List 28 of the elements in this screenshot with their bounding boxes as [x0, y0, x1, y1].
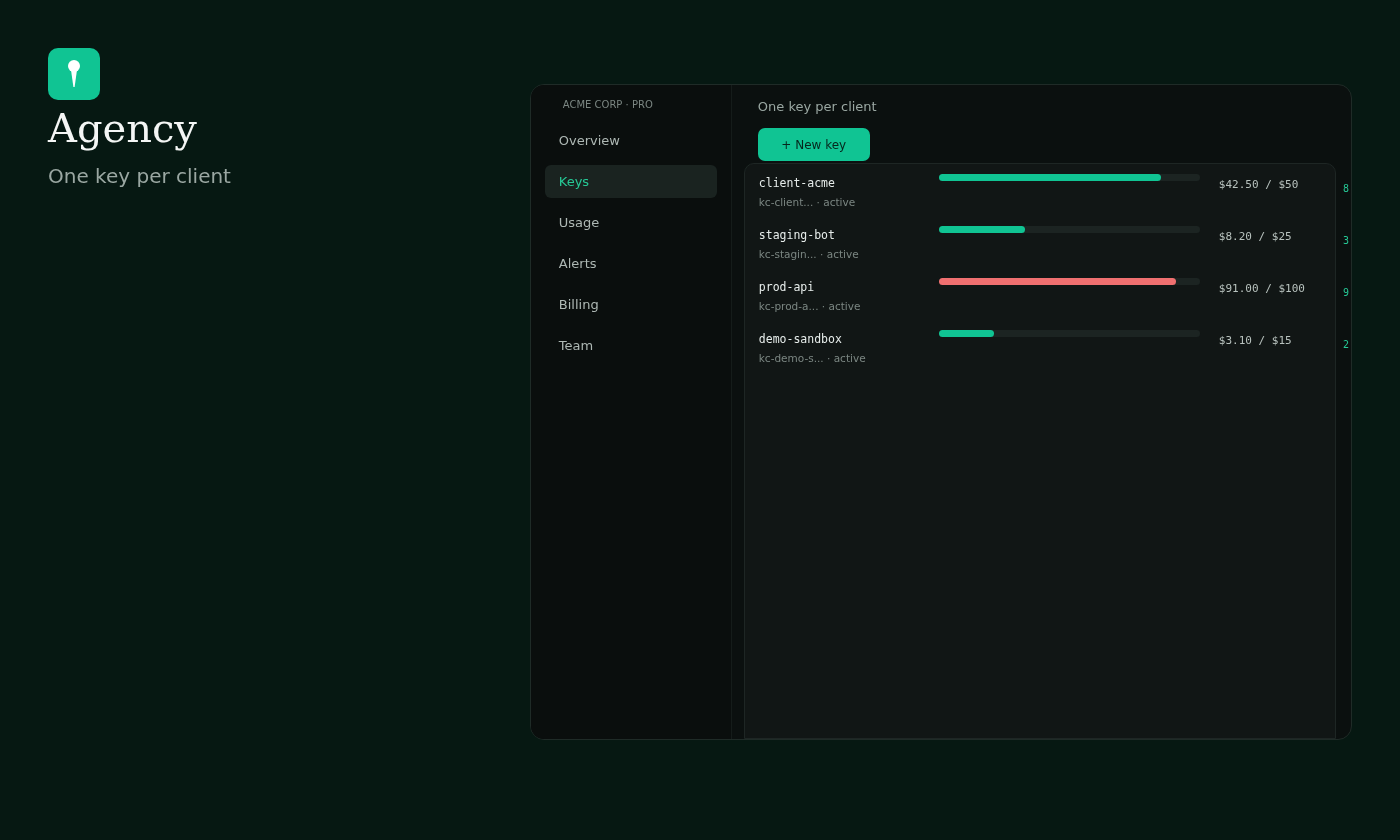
spend-amount: $42.50 / $50: [1217, 177, 1300, 191]
nav-item[interactable]: Team: [544, 329, 717, 362]
key-name: demo-sandbox: [758, 331, 843, 346]
hero-title: Agency: [48, 104, 198, 153]
spend-amount: $91.00 / $100: [1217, 281, 1306, 295]
nav-item[interactable]: Overview: [544, 124, 717, 157]
nav-item[interactable]: Alerts: [544, 247, 717, 280]
org-label: ACME CORP · PRO: [561, 99, 654, 110]
key-meta: kc-stagin... · active: [758, 248, 860, 260]
spend-amount: $8.20 / $25: [1217, 229, 1293, 243]
key-name: client-acme: [758, 175, 836, 190]
usage-percent: 9: [1343, 286, 1351, 300]
usage-percent: 3: [1343, 234, 1351, 248]
key-meta: kc-prod-a... · active: [758, 300, 862, 312]
hero-subtitle: One key per client: [48, 164, 232, 188]
nav-item[interactable]: Keys: [544, 165, 717, 198]
page-subtitle: One key per client: [757, 99, 878, 114]
key-name: prod-api: [758, 279, 816, 294]
spend-amount: $3.10 / $15: [1217, 333, 1293, 347]
nav-item[interactable]: Billing: [544, 288, 717, 321]
key-meta: kc-demo-s... · active: [758, 352, 867, 364]
key-meta: kc-client... · active: [758, 196, 857, 208]
new-key-button[interactable]: + New key: [757, 128, 870, 161]
usage-percent: 2: [1343, 338, 1351, 352]
nav-item[interactable]: Usage: [544, 206, 717, 239]
pin-icon: [67, 59, 81, 89]
usage-percent: 8: [1343, 182, 1351, 196]
key-name: staging-bot: [758, 227, 836, 242]
